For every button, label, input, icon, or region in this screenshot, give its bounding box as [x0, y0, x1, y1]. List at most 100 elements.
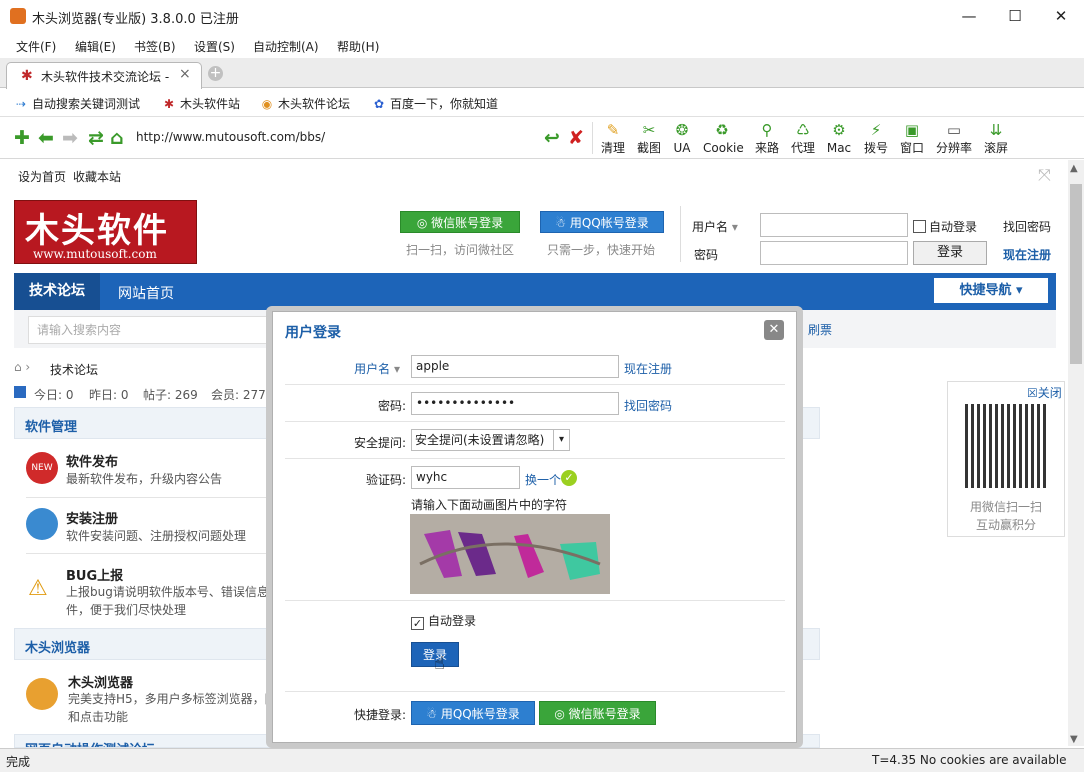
toolbar-referer[interactable]: ⚲ 来路	[748, 120, 786, 156]
header-find-password[interactable]: 找回密码	[1003, 218, 1051, 235]
hot-search-link[interactable]: 刷票	[808, 321, 832, 338]
baidu-paw-icon: ✿	[373, 97, 385, 111]
menu-file[interactable]: 文件(F)	[16, 38, 56, 55]
toolbar-label: 分辨率	[935, 141, 972, 155]
toolbar-divider	[592, 122, 593, 154]
scroll-down-icon[interactable]: ▼	[1070, 734, 1078, 745]
dialog-qq-login-button[interactable]: ☃ 用QQ帐号登录	[411, 701, 535, 725]
header-password-input[interactable]	[760, 241, 908, 265]
qr-caption-2: 互动赢积分	[976, 518, 1037, 532]
header-register-link[interactable]: 现在注册	[1003, 246, 1051, 263]
dialog-auto-login[interactable]: ✓ 自动登录	[411, 612, 476, 630]
forward-arrow-icon[interactable]: ➡	[62, 127, 78, 149]
maximize-button[interactable]: ☐	[992, 0, 1038, 32]
dialog-username-label[interactable]: 用户名 ▾	[280, 360, 400, 377]
toolbar-resolution[interactable]: ▭ 分辨率	[934, 120, 974, 156]
forum-title[interactable]: 安装注册	[66, 508, 118, 527]
go-icon[interactable]: ↩	[544, 127, 560, 149]
security-question-select[interactable]: 安全提问(未设置请忽略) ▾	[411, 429, 570, 451]
qq-login-label: 用QQ帐号登录	[440, 707, 520, 721]
dialog-find-password-link[interactable]: 找回密码	[624, 397, 672, 414]
bookmark-mutou-site[interactable]: ✱ 木头软件站	[162, 95, 240, 112]
chevron-down-icon: ▾	[390, 362, 400, 376]
qq-login-label: 用QQ帐号登录	[569, 216, 649, 230]
bookmark-auto-search[interactable]: ⇢ 自动搜索关键词测试	[14, 95, 140, 112]
close-window-button[interactable]: ✕	[1038, 0, 1084, 32]
qr-caption-1: 用微信扫一扫	[970, 500, 1043, 514]
section-title[interactable]: 木头浏览器	[25, 637, 90, 656]
nav-tech-forum[interactable]: 技术论坛	[14, 273, 100, 310]
menu-settings[interactable]: 设置(S)	[194, 38, 235, 55]
window-icon: ▣	[904, 121, 920, 139]
toolbar-label: 清理	[600, 141, 625, 155]
header-login-button[interactable]: 登录	[913, 241, 987, 265]
toolbar-dial[interactable]: ⚡ 拨号	[857, 120, 895, 156]
new-tab-button[interactable]: +	[208, 66, 223, 81]
menu-edit[interactable]: 编辑(E)	[75, 38, 116, 55]
forum-title[interactable]: BUG上报	[66, 565, 123, 584]
scrollbar-thumb[interactable]	[1070, 184, 1082, 364]
dialog-wechat-login-button[interactable]: ◎ 微信账号登录	[539, 701, 656, 725]
collapse-icon[interactable]: ⤧	[1038, 165, 1051, 185]
header-username-input[interactable]	[760, 213, 908, 237]
set-homepage-link[interactable]: 设为首页	[18, 168, 66, 185]
dialog-password-input[interactable]: ••••••••••••••	[411, 392, 619, 415]
minimize-button[interactable]: —	[946, 0, 992, 32]
quick-nav-button[interactable]: 快捷导航 ▾	[934, 278, 1048, 303]
menu-help[interactable]: 帮助(H)	[337, 38, 379, 55]
stop-icon[interactable]: ✘	[568, 127, 584, 149]
toolbar-proxy[interactable]: ♺ 代理	[784, 120, 822, 156]
toolbar-ua[interactable]: ❂ UA	[663, 120, 701, 156]
back-arrow-icon[interactable]: ⬅	[38, 127, 54, 149]
bookmark-mutou-forum[interactable]: ◉ 木头软件论坛	[260, 95, 350, 112]
nav-site-home[interactable]: 网站首页	[118, 283, 174, 303]
forum-title[interactable]: 木头浏览器	[68, 672, 133, 691]
add-icon[interactable]: ✚	[14, 127, 30, 149]
chevron-down-icon[interactable]: ▾	[728, 220, 738, 234]
wechat-login-button[interactable]: ◎ 微信账号登录	[400, 211, 520, 233]
scroll-down-icon: ⇊	[989, 121, 1003, 139]
menu-auto-control[interactable]: 自动控制(A)	[253, 38, 319, 55]
add-favorite-link[interactable]: 收藏本站	[73, 168, 121, 185]
logo-text: 木头软件	[25, 211, 169, 251]
plug-icon: ⚡	[870, 121, 882, 139]
dialog-username-input[interactable]: apple	[411, 355, 619, 378]
menu-bookmarks[interactable]: 书签(B)	[134, 38, 176, 55]
address-bar[interactable]: http://www.mutousoft.com/bbs/	[132, 124, 536, 150]
captcha-image[interactable]	[410, 514, 610, 594]
section-title[interactable]: 网页自动操作测试论坛	[25, 739, 155, 747]
dialog-register-link[interactable]: 现在注册	[624, 360, 672, 377]
toolbar-mac[interactable]: ⚙ Mac	[820, 120, 858, 156]
dialog-close-button[interactable]: ✕	[764, 320, 784, 340]
toolbar-label: 代理	[790, 141, 815, 155]
auto-login-checkbox-checked[interactable]: ✓	[411, 617, 424, 630]
toolbar-scroll[interactable]: ⇊ 滚屏	[977, 120, 1015, 156]
forum-title[interactable]: 软件发布	[66, 451, 118, 470]
site-logo[interactable]: 木头软件 www.mutousoft.com	[14, 200, 197, 264]
qq-login-button[interactable]: ☃ 用QQ帐号登录	[540, 211, 664, 233]
bookmark-baidu[interactable]: ✿ 百度一下，你就知道	[372, 95, 498, 112]
referer-icon: ⚲	[761, 121, 773, 139]
captcha-input[interactable]: wyhc	[411, 466, 520, 489]
toolbar-clean[interactable]: ✎ 清理	[594, 120, 632, 156]
refresh-icon[interactable]: ⇄	[88, 127, 104, 149]
scroll-up-icon[interactable]: ▲	[1070, 163, 1078, 174]
auto-login-label: 自动登录	[428, 614, 477, 628]
security-question-value: 安全提问(未设置请忽略)	[415, 433, 545, 447]
tab-close-icon[interactable]: ×	[179, 66, 191, 82]
qr-close-link[interactable]: ☒关闭	[1027, 384, 1062, 401]
home-breadcrumb-icon[interactable]: ⌂ ›	[14, 360, 30, 374]
browser-tab[interactable]: ✱ 木头软件技术交流论坛 - ×	[6, 62, 202, 89]
header-auto-login[interactable]: 自动登录	[913, 218, 977, 235]
auto-login-checkbox[interactable]	[913, 220, 926, 233]
home-icon[interactable]: ⌂	[110, 127, 124, 149]
toolbar-cookie[interactable]: ♻ Cookie	[703, 120, 744, 156]
toolbar-window[interactable]: ▣ 窗口	[893, 120, 931, 156]
site-search-input[interactable]: 请输入搜索内容	[28, 316, 274, 344]
title-bar: 木头浏览器(专业版) 3.8.0.0 已注册 — ☐ ✕	[0, 0, 1084, 32]
section-title[interactable]: 软件管理	[25, 416, 77, 435]
captcha-refresh-link[interactable]: 换一个	[525, 471, 561, 488]
divider	[285, 421, 785, 422]
breadcrumb[interactable]: 技术论坛	[50, 361, 98, 378]
bookmark-label: 木头软件站	[180, 97, 241, 111]
